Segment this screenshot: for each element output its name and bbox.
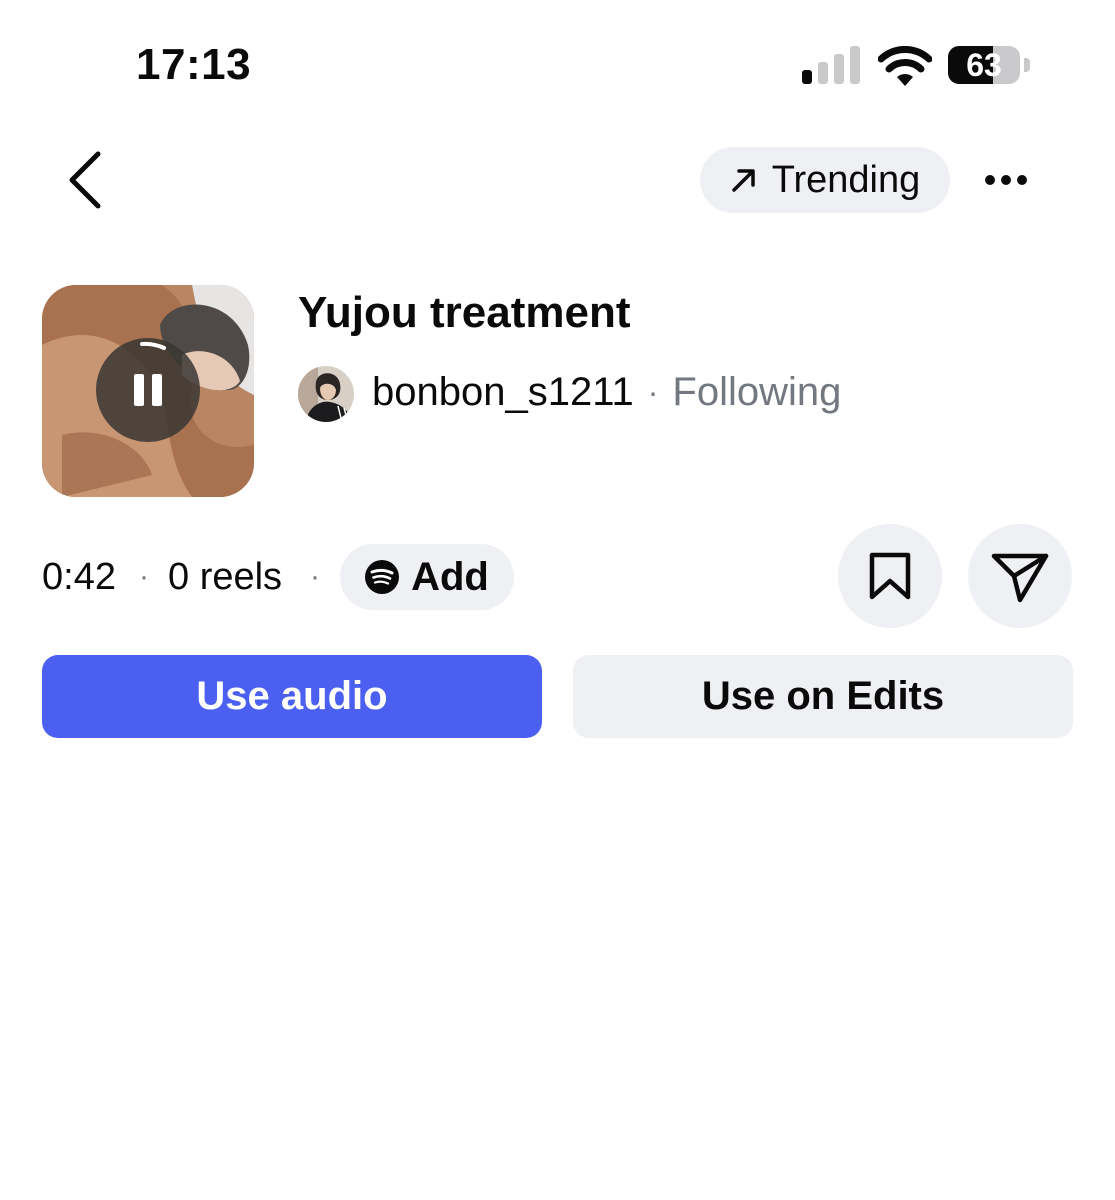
- following-status[interactable]: Following: [672, 370, 841, 415]
- battery-icon: 63: [948, 46, 1030, 84]
- add-label: Add: [411, 554, 489, 599]
- use-on-edits-button[interactable]: Use on Edits: [573, 655, 1073, 738]
- artist-name[interactable]: bonbon_s1211: [372, 370, 634, 415]
- status-time: 17:13: [136, 40, 252, 89]
- use-audio-button[interactable]: Use audio: [42, 655, 542, 738]
- artist-row: bonbon_s1211 · Following: [372, 370, 841, 415]
- audio-page: 17:13 63 Trending Yujou treatment bonbon…: [0, 0, 1115, 1200]
- separator-dot: ·: [310, 560, 320, 593]
- wifi-icon: [878, 46, 932, 86]
- back-button[interactable]: [62, 150, 110, 210]
- trending-label: Trending: [771, 158, 921, 201]
- separator-dot: ·: [647, 374, 659, 410]
- save-button[interactable]: [838, 524, 942, 628]
- share-button[interactable]: [968, 524, 1072, 628]
- track-title: Yujou treatment: [298, 288, 631, 337]
- arrow-up-right-icon: [731, 169, 755, 192]
- trending-button[interactable]: Trending: [700, 147, 950, 213]
- pause-button[interactable]: [96, 338, 200, 442]
- reels-count[interactable]: 0 reels: [168, 556, 282, 599]
- spotify-icon: [365, 560, 400, 594]
- more-horizontal-icon: [985, 175, 1027, 185]
- chevron-left-icon: [69, 151, 101, 209]
- battery-level: 63: [966, 47, 1002, 83]
- more-options-button[interactable]: [980, 160, 1032, 200]
- paper-plane-icon: [991, 553, 1049, 603]
- audio-duration: 0:42: [42, 556, 116, 598]
- separator-dot: ·: [139, 560, 149, 593]
- bookmark-icon: [869, 552, 911, 600]
- add-to-spotify-button[interactable]: Add: [340, 544, 514, 610]
- cellular-signal-icon: [802, 46, 860, 84]
- avatar[interactable]: [298, 366, 354, 422]
